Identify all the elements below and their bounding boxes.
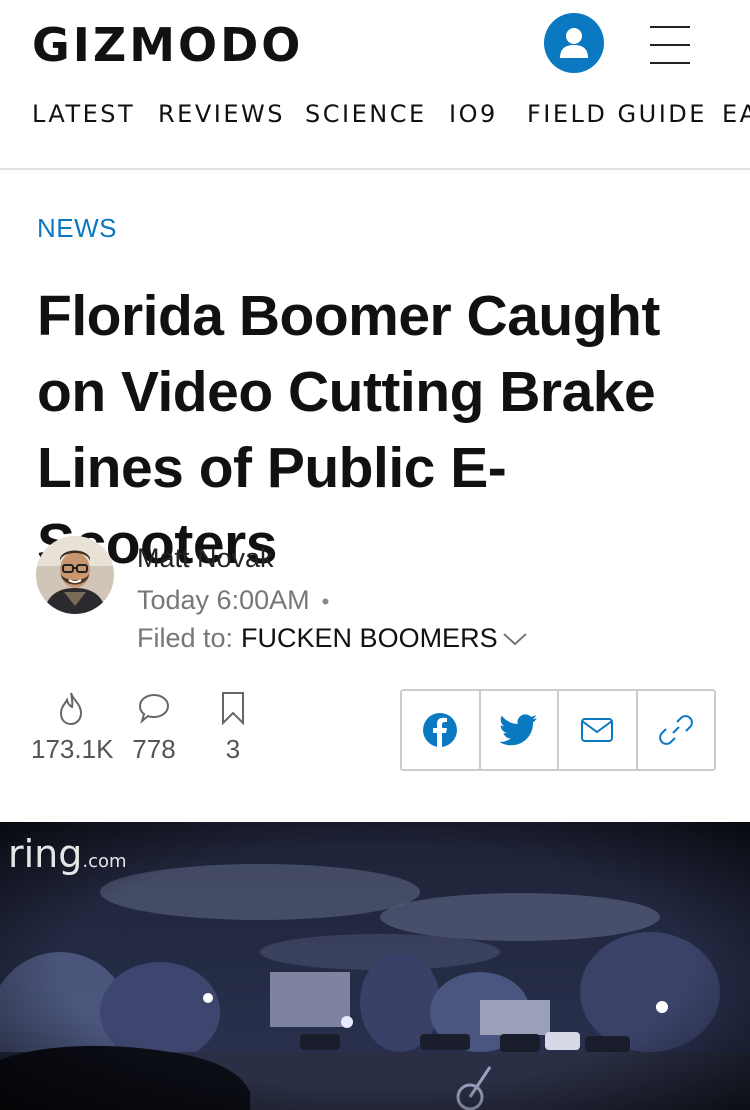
comments-count: 778 bbox=[132, 734, 176, 764]
filed-to-tag[interactable]: FUCKEN BOOMERS bbox=[241, 623, 498, 654]
section-label[interactable]: NEWS bbox=[37, 213, 117, 244]
share-twitter-button[interactable] bbox=[481, 691, 559, 769]
nav-field-guide[interactable]: FIELD GUIDE bbox=[527, 100, 707, 128]
avatar[interactable] bbox=[36, 536, 114, 614]
link-icon bbox=[658, 715, 693, 745]
facebook-icon bbox=[423, 713, 458, 747]
publish-date-text: Today 6:00AM bbox=[137, 585, 310, 615]
separator-dot: • bbox=[321, 589, 330, 614]
section-nav: LATEST REVIEWS SCIENCE IO9 FIELD GUIDE E… bbox=[0, 100, 750, 136]
filed-to: Filed to: FUCKEN BOOMERS bbox=[137, 623, 528, 654]
hamburger-menu-icon[interactable] bbox=[650, 26, 690, 64]
watermark-text: ring bbox=[8, 832, 83, 876]
account-button[interactable] bbox=[544, 13, 604, 73]
share-facebook-button[interactable] bbox=[402, 691, 481, 769]
share-email-button[interactable] bbox=[559, 691, 638, 769]
bookmark-icon bbox=[222, 692, 244, 726]
ring-watermark: ring.com bbox=[8, 832, 127, 876]
site-logo[interactable]: GIZMODO bbox=[32, 18, 303, 72]
watermark-suffix: .com bbox=[82, 851, 127, 872]
twitter-icon bbox=[499, 714, 537, 746]
nav-reviews[interactable]: REVIEWS bbox=[158, 100, 285, 128]
copy-link-button[interactable] bbox=[638, 691, 715, 769]
nav-science[interactable]: SCIENCE bbox=[305, 100, 427, 128]
flame-icon bbox=[59, 692, 83, 726]
hero-image[interactable]: ring.com bbox=[0, 822, 750, 1110]
nav-latest[interactable]: LATEST bbox=[32, 100, 135, 128]
author-name[interactable]: Matt Novak bbox=[137, 543, 274, 574]
filed-to-label: Filed to: bbox=[137, 623, 234, 653]
views-stat[interactable]: 173.1K bbox=[31, 688, 114, 765]
nav-earther[interactable]: EA bbox=[722, 100, 750, 128]
share-bar bbox=[400, 689, 716, 771]
comment-icon bbox=[138, 693, 170, 724]
bookmarks-stat[interactable]: 3 bbox=[193, 688, 273, 765]
site-header: GIZMODO LATEST REVIEWS SCIENCE IO9 FIELD… bbox=[0, 0, 750, 170]
user-icon bbox=[560, 28, 588, 58]
comments-stat[interactable]: 778 bbox=[114, 688, 194, 765]
views-count: 173.1K bbox=[31, 734, 114, 764]
bookmarks-count: 3 bbox=[225, 734, 241, 764]
nav-io9[interactable]: IO9 bbox=[449, 100, 498, 128]
publish-date: Today 6:00AM • bbox=[137, 585, 329, 616]
chevron-down-icon[interactable] bbox=[502, 631, 528, 647]
headline: Florida Boomer Caught on Video Cutting B… bbox=[37, 284, 660, 576]
email-icon bbox=[581, 718, 614, 742]
